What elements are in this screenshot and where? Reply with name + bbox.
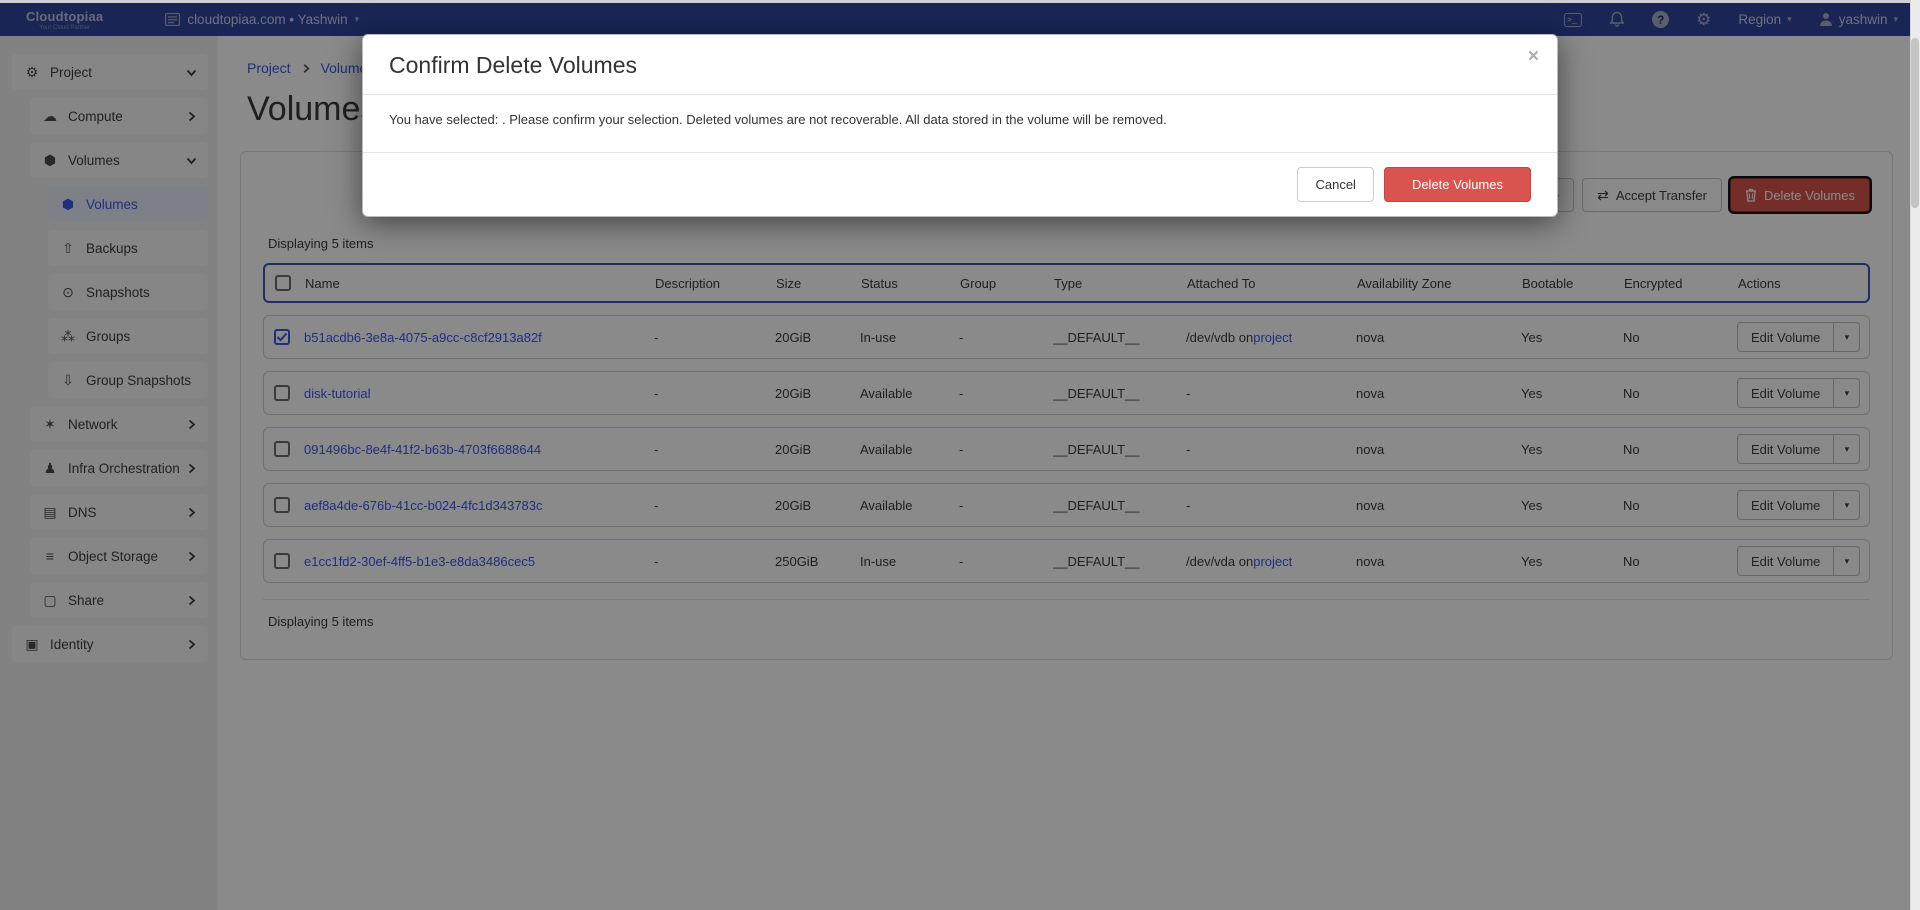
page-scrollbar[interactable]	[1910, 0, 1920, 910]
modal-title: Confirm Delete Volumes	[389, 52, 1531, 79]
modal-header: Confirm Delete Volumes ×	[363, 35, 1557, 94]
confirm-delete-button[interactable]: Delete Volumes	[1384, 167, 1531, 202]
confirm-delete-modal: Confirm Delete Volumes × You have select…	[362, 34, 1558, 217]
modal-footer: Cancel Delete Volumes	[363, 153, 1557, 216]
close-icon[interactable]: ×	[1528, 47, 1539, 66]
cancel-button[interactable]: Cancel	[1297, 167, 1373, 202]
modal-body-text: You have selected: . Please confirm your…	[363, 95, 1557, 152]
browser-top-strip	[0, 0, 1920, 3]
scrollbar-thumb[interactable]	[1911, 38, 1919, 208]
